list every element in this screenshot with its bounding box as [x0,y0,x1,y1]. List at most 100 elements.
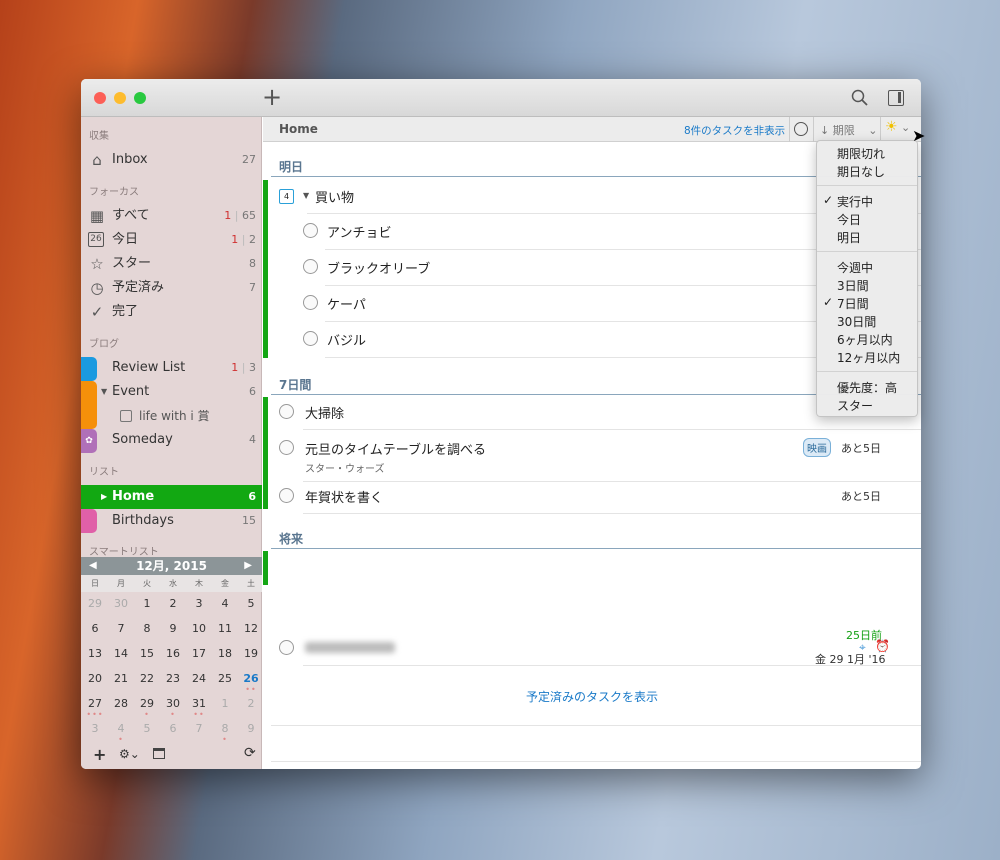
sidebar-item-home[interactable]: ▶ Home 6 [81,485,262,509]
task-checkbox[interactable] [303,223,318,238]
calendar-day[interactable]: 28 [109,697,133,710]
sidebar-item-life-with-i[interactable]: life with i 賞 [81,405,262,427]
menu-item[interactable]: 明日 [837,229,861,246]
task-title[interactable]: 大掃除 [305,403,344,422]
calendar-day[interactable]: 3 [187,597,211,610]
hide-tasks-link[interactable]: 8件のタスクを非表示 [684,123,785,138]
menu-item[interactable]: 期日なし [837,163,885,180]
sidebar-item-all[interactable]: ▦ すべて 1 | 65 [81,205,262,227]
calendar-day[interactable]: 13 [83,647,107,660]
sidebar-item-review-list[interactable]: Review List 1 | 3 [81,357,262,379]
menu-item[interactable]: 30日間 [837,313,876,330]
task-checkbox[interactable] [303,259,318,274]
calendar-day[interactable]: 7 [187,722,211,735]
calendar-day[interactable]: 23 [161,672,185,685]
calendar-day[interactable]: 5 [135,722,159,735]
menu-item[interactable]: 優先度：高 [837,379,897,396]
sidebar-item-inbox[interactable]: ⌂ Inbox 27 [81,149,262,171]
subtask-title[interactable]: バジル [327,330,366,349]
add-task-button[interactable]: + [262,83,282,111]
calendar-day[interactable]: 29 [83,597,107,610]
calendar-day[interactable]: 2 [161,597,185,610]
task-checkbox[interactable] [279,488,294,503]
calendar-day[interactable]: 15 [135,647,159,660]
add-list-button[interactable]: + [93,745,106,764]
task-checkbox[interactable] [279,440,294,455]
calendar-day[interactable]: 22 [135,672,159,685]
calendar-day[interactable]: 30 [109,597,133,610]
calendar-day[interactable]: 24 [187,672,211,685]
calendar-day[interactable]: 20 [83,672,107,685]
menu-item[interactable]: 期限切れ [837,145,885,162]
sidebar-item-star[interactable]: ☆ スター 8 [81,253,262,275]
blurred-task-title[interactable] [305,642,395,653]
calendar-day[interactable]: 9 [239,722,263,735]
menu-item[interactable]: 6ヶ月以内 [837,331,893,348]
task-checkbox[interactable] [303,295,318,310]
gear-menu-icon[interactable]: ⚙⌄ [119,747,140,761]
search-icon[interactable] [851,89,869,107]
calendar-day[interactable]: 4 [213,597,237,610]
calendar-day[interactable]: 19 [239,647,263,660]
menu-item[interactable]: スター [837,397,873,414]
task-title[interactable]: 年賀状を書く [305,487,383,506]
calendar-day[interactable]: 5 [239,597,263,610]
calendar-day[interactable]: 1 [213,697,237,710]
sidebar-item-birthdays[interactable]: Birthdays 15 [81,509,262,533]
zoom-button[interactable] [134,92,146,104]
calendar-day[interactable]: 6 [161,722,185,735]
sun-filter-button[interactable]: ☀ ⌄ [885,119,910,135]
task-checkbox[interactable] [279,404,294,419]
calendar-day[interactable]: 14 [109,647,133,660]
show-scheduled-link[interactable]: 予定済みのタスクを表示 [263,688,921,705]
sidebar-toggle-icon[interactable] [888,90,904,106]
menu-item[interactable]: 7日間 [837,295,869,312]
calendar-day[interactable]: 26 [239,672,263,685]
sidebar-item-done[interactable]: ✓ 完了 [81,301,262,323]
subtask-title[interactable]: ブラックオリーブ [327,258,430,277]
menu-item[interactable]: 12ヶ月以内 [837,349,900,366]
calendar-icon[interactable] [153,748,165,759]
calendar-day[interactable]: 30 [161,697,185,710]
close-button[interactable] [94,92,106,104]
calendar-day[interactable]: 7 [109,622,133,635]
sidebar-item-scheduled[interactable]: ◷ 予定済み 7 [81,277,262,299]
calendar-day[interactable]: 17 [187,647,211,660]
calendar-day[interactable]: 9 [161,622,185,635]
sidebar-item-today[interactable]: 26 今日 1 | 2 [81,229,262,251]
next-month-button[interactable]: ▶ [244,557,252,575]
calendar-day[interactable]: 6 [83,622,107,635]
calendar-day[interactable]: 12 [239,622,263,635]
project-title[interactable]: 買い物 [315,187,354,206]
calendar-day[interactable]: 25 [213,672,237,685]
calendar-day[interactable]: 16 [161,647,185,660]
menu-item[interactable]: 実行中 [837,193,873,210]
tag-badge[interactable]: 映画 [803,438,831,457]
clock-filter-button[interactable] [794,122,808,136]
menu-item[interactable]: 今日 [837,211,861,228]
calendar-day[interactable]: 1 [135,597,159,610]
calendar-day[interactable]: 21 [109,672,133,685]
disclosure-down-icon[interactable]: ▼ [303,191,309,200]
calendar-day[interactable]: 11 [213,622,237,635]
calendar-day[interactable]: 10 [187,622,211,635]
sidebar-item-event[interactable]: ▼ Event 6 [81,381,262,403]
sort-dropdown[interactable]: ↓ 期限 ⌄ [820,122,877,138]
calendar-day[interactable]: 31 [187,697,211,710]
calendar-day[interactable]: 8 [213,722,237,735]
calendar-day[interactable]: 8 [135,622,159,635]
calendar-day[interactable]: 2 [239,697,263,710]
menu-item[interactable]: 3日間 [837,277,869,294]
sync-icon[interactable]: ⟳ [244,745,256,761]
minimize-button[interactable] [114,92,126,104]
subtask-title[interactable]: ケーパ [327,294,366,313]
task-checkbox[interactable] [279,640,294,655]
calendar-day[interactable]: 3 [83,722,107,735]
calendar-day[interactable]: 27 [83,697,107,710]
sidebar-item-someday[interactable]: Someday 4 [81,429,262,451]
disclosure-right-icon[interactable]: ▶ [101,485,107,509]
calendar-day[interactable]: 29 [135,697,159,710]
task-title[interactable]: 元旦のタイムテーブルを調べる [305,439,486,458]
menu-item[interactable]: 今週中 [837,259,873,276]
subtask-title[interactable]: アンチョビ [327,222,391,241]
